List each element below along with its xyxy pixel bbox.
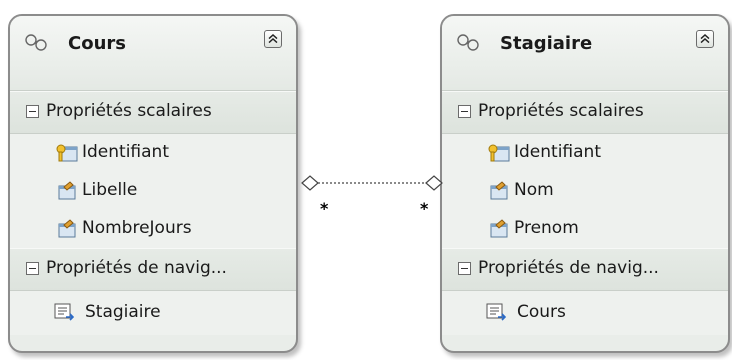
entity-title: Stagiaire: [500, 33, 593, 54]
navigation-property-row[interactable]: Cours: [442, 291, 728, 335]
collapse-section-icon[interactable]: [26, 262, 39, 275]
navigation-properties-section[interactable]: Propriétés de navig...: [442, 248, 728, 291]
collapse-chevron-icon[interactable]: [264, 30, 282, 48]
entity-type-icon: [457, 34, 479, 51]
property-row[interactable]: NombreJours: [10, 210, 296, 248]
section-label: Propriétés scalaires: [46, 101, 212, 121]
multiplicity-left: *: [320, 199, 329, 218]
scalar-properties-section[interactable]: Propriétés scalaires: [442, 91, 728, 134]
entity-header[interactable]: Stagiaire: [442, 16, 728, 91]
property-name: Identifiant: [514, 142, 601, 162]
navigation-property-name: Cours: [517, 302, 566, 322]
entity-type-icon: [25, 34, 47, 51]
navigation-property-icon: [486, 303, 506, 321]
entity-cours[interactable]: Cours Propriétés scalaires Identifiant L…: [8, 14, 298, 353]
collapse-section-icon[interactable]: [458, 262, 471, 275]
property-row[interactable]: Nom: [442, 172, 728, 210]
multiplicity-right: *: [420, 199, 429, 218]
navigation-property-icon: [54, 303, 74, 321]
scalar-properties-section[interactable]: Propriétés scalaires: [10, 91, 296, 134]
property-row[interactable]: Identifiant: [10, 134, 296, 172]
navigation-property-name: Stagiaire: [85, 302, 161, 322]
property-name: Libelle: [82, 180, 138, 200]
navigation-properties-section[interactable]: Propriétés de navig...: [10, 248, 296, 291]
property-name: Prenom: [514, 218, 579, 238]
key-property-icon: [56, 144, 78, 162]
entity-title: Cours: [68, 33, 126, 54]
section-label: Propriétés de navig...: [478, 258, 659, 278]
property-row[interactable]: Identifiant: [442, 134, 728, 172]
collapse-chevron-icon[interactable]: [696, 30, 714, 48]
property-icon: [490, 219, 508, 238]
property-name: NombreJours: [82, 218, 192, 238]
property-name: Nom: [514, 180, 554, 200]
navigation-property-row[interactable]: Stagiaire: [10, 291, 296, 335]
key-property-icon: [488, 144, 510, 162]
property-row[interactable]: Prenom: [442, 210, 728, 248]
property-name: Identifiant: [82, 142, 169, 162]
section-label: Propriétés scalaires: [478, 101, 644, 121]
property-icon: [58, 219, 76, 238]
collapse-section-icon[interactable]: [26, 105, 39, 118]
entity-stagiaire[interactable]: Stagiaire Propriétés scalaires Identifia…: [440, 14, 730, 353]
entity-header[interactable]: Cours: [10, 16, 296, 91]
section-label: Propriétés de navig...: [46, 258, 227, 278]
property-icon: [58, 181, 76, 200]
property-icon: [490, 181, 508, 200]
property-row[interactable]: Libelle: [10, 172, 296, 210]
collapse-section-icon[interactable]: [458, 105, 471, 118]
association-end-left-icon: [301, 175, 319, 191]
